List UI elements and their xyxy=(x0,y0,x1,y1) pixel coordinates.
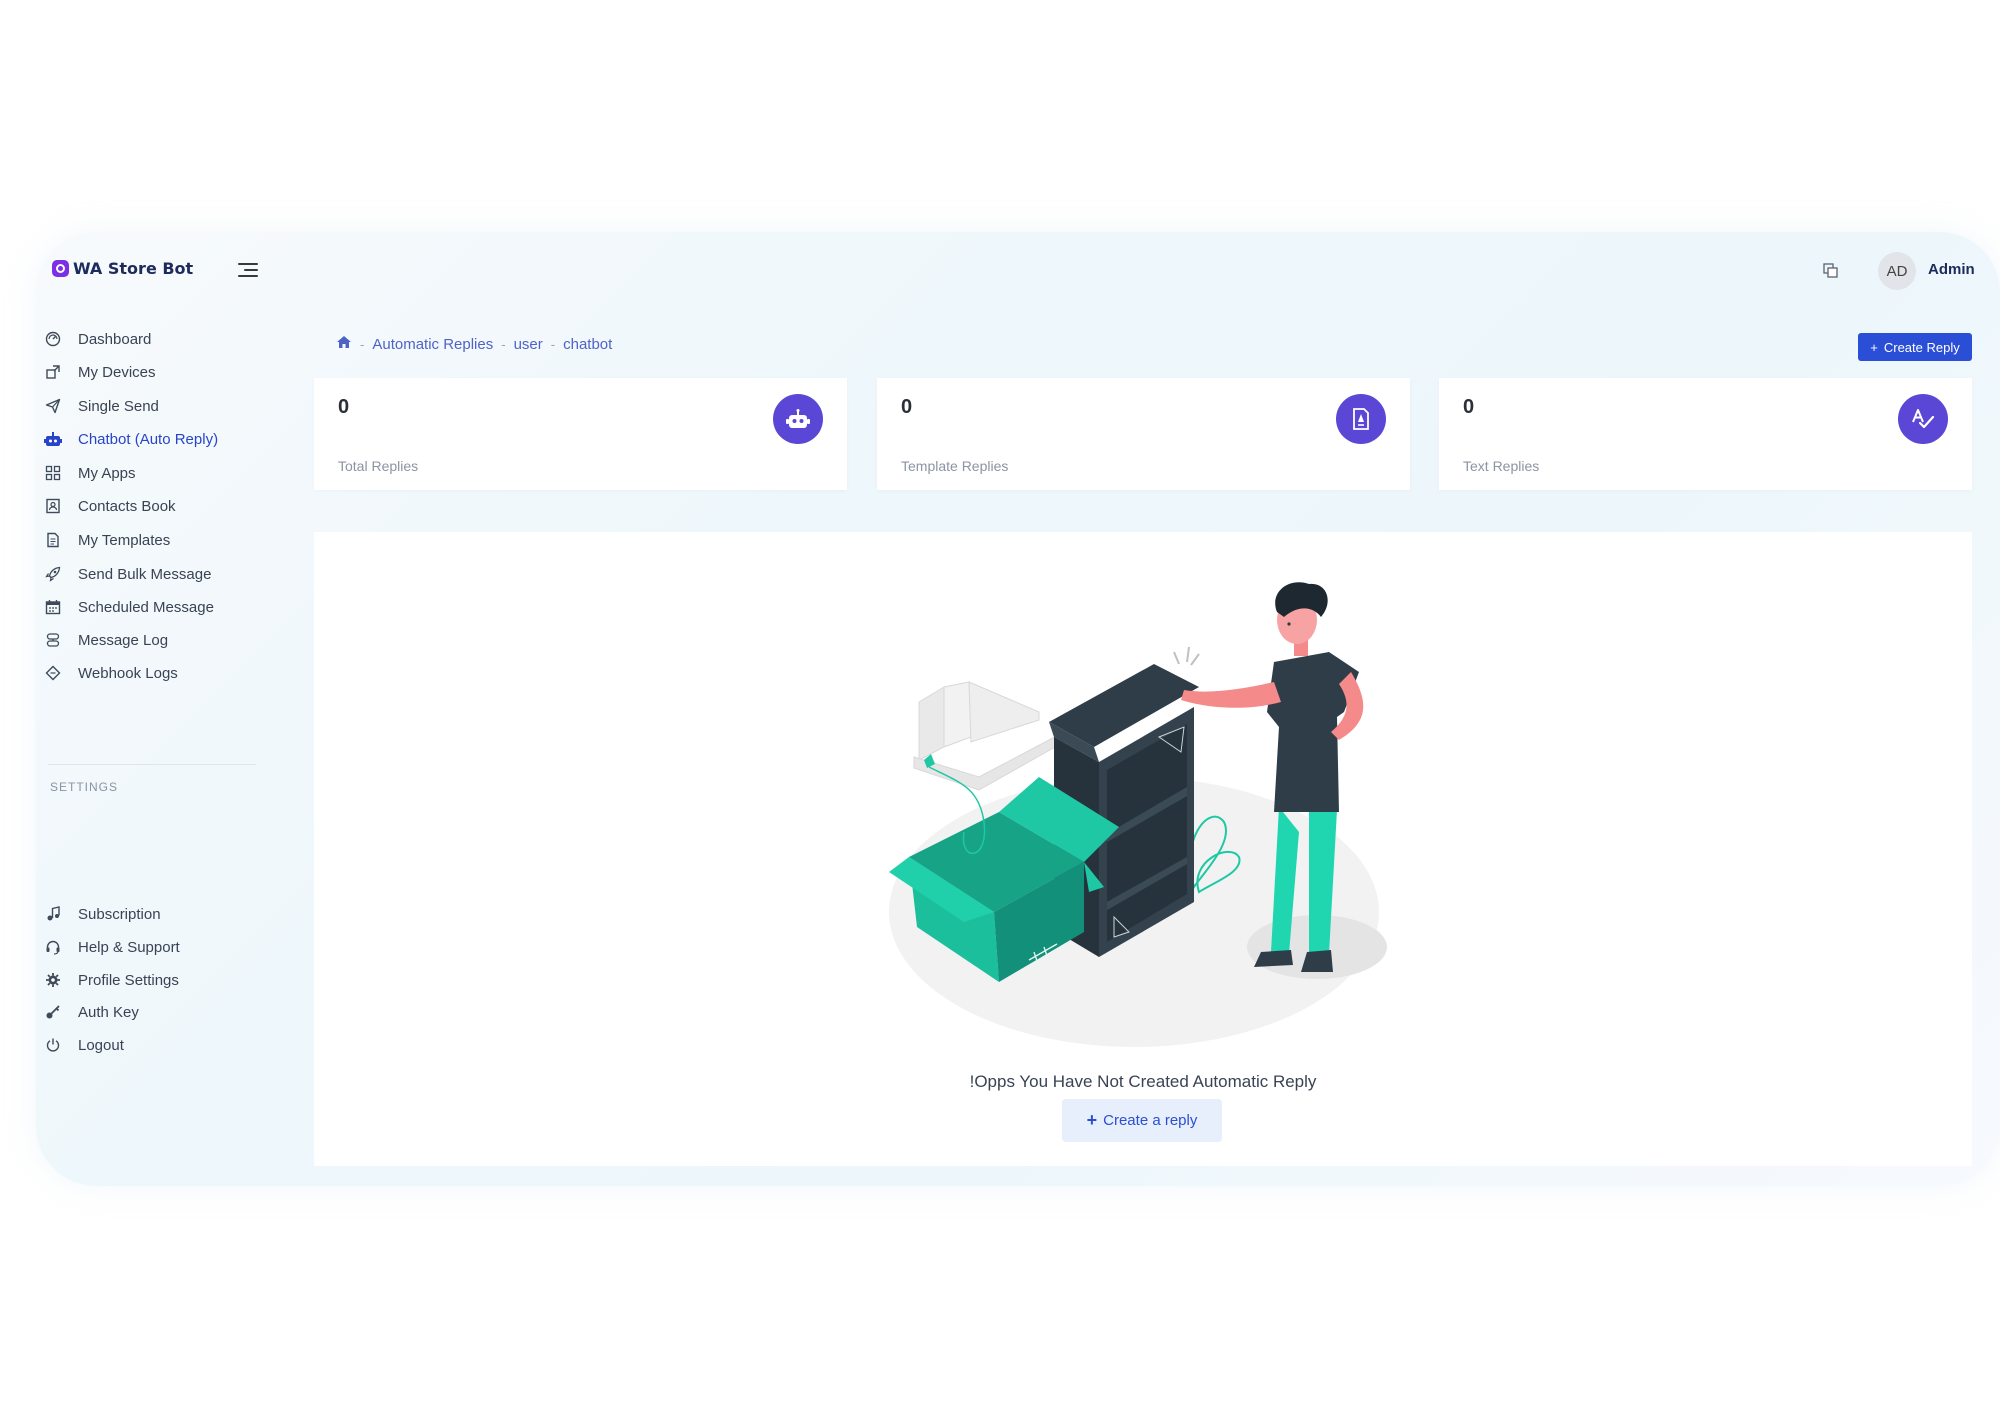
avatar[interactable]: AD xyxy=(1878,252,1916,290)
sidebar-item-label: Auth Key xyxy=(78,1003,139,1021)
home-icon[interactable] xyxy=(336,335,352,353)
stat-value: 0 xyxy=(1463,396,1475,418)
sidebar-item-label: Help & Support xyxy=(78,938,180,956)
plus-icon: + xyxy=(1870,339,1878,355)
main-panel: !Opps You Have Not Created Automatic Rep… xyxy=(314,532,1972,1166)
template-icon xyxy=(44,531,62,549)
log-icon xyxy=(44,631,62,649)
sidebar-item-scheduled-message[interactable]: Scheduled Message xyxy=(44,595,254,619)
sidebar-item-dashboard[interactable]: Dashboard xyxy=(44,327,254,351)
sidebar-item-label: Profile Settings xyxy=(78,971,179,989)
sidebar-item-send-bulk-message[interactable]: Send Bulk Message xyxy=(44,562,254,586)
breadcrumb-separator: - xyxy=(550,336,556,352)
robot-icon xyxy=(773,394,823,444)
sidebar-item-label: Message Log xyxy=(78,631,169,649)
sidebar-item-label: Single Send xyxy=(78,397,159,415)
sidebar-item-my-devices[interactable]: My Devices xyxy=(44,360,254,384)
create-a-reply-button[interactable]: + Create a reply xyxy=(1062,1099,1222,1142)
sidebar-item-subscription[interactable]: Subscription xyxy=(44,902,254,926)
breadcrumb-separator: - xyxy=(501,336,506,352)
contacts-icon xyxy=(44,497,62,515)
app-window: WA Store Bot Dashboard My Devices Single… xyxy=(36,232,2000,1186)
stat-value: 0 xyxy=(901,396,913,418)
breadcrumb-item-chatbot[interactable]: chatbot xyxy=(563,336,612,353)
rocket-icon xyxy=(44,565,62,583)
gear-icon xyxy=(44,971,62,989)
dashboard-icon xyxy=(44,330,62,348)
headset-icon xyxy=(44,938,62,956)
stat-card-template-replies: 0 Template Replies xyxy=(877,378,1410,490)
sidebar-divider xyxy=(48,764,256,765)
sidebar-item-auth-key[interactable]: Auth Key xyxy=(44,1000,254,1024)
sidebar-item-label: My Devices xyxy=(78,363,156,381)
sidebar-item-help-support[interactable]: Help & Support xyxy=(44,935,254,959)
robot-icon xyxy=(44,430,62,448)
sidebar-item-label: Webhook Logs xyxy=(78,664,178,682)
sidebar-item-contacts-book[interactable]: Contacts Book xyxy=(44,494,254,518)
brand-name: WA Store Bot xyxy=(73,259,194,278)
sidebar-item-label: My Templates xyxy=(78,531,171,549)
sidebar-item-label: Chatbot (Auto Reply) xyxy=(78,430,219,448)
sidebar-item-label: Logout xyxy=(78,1036,124,1054)
spellcheck-icon xyxy=(1898,394,1948,444)
copy-icon[interactable] xyxy=(1822,262,1840,280)
breadcrumb-item-user[interactable]: user xyxy=(514,336,543,353)
stat-label: Template Replies xyxy=(901,458,1009,474)
stat-card-total-replies: 0 Total Replies xyxy=(314,378,847,490)
breadcrumb: - Automatic Replies - user - chatbot xyxy=(336,335,612,353)
sidebar-item-single-send[interactable]: Single Send xyxy=(44,394,254,418)
breadcrumb-separator: - xyxy=(360,336,365,352)
sidebar-item-chatbot[interactable]: Chatbot (Auto Reply) xyxy=(44,427,254,451)
stat-label: Text Replies xyxy=(1463,458,1540,474)
apps-icon xyxy=(44,464,62,482)
empty-state-message: !Opps You Have Not Created Automatic Rep… xyxy=(969,1072,1317,1091)
settings-section-label: SETTINGS xyxy=(50,780,119,794)
create-a-reply-label: Create a reply xyxy=(1103,1112,1198,1129)
sidebar-item-profile-settings[interactable]: Profile Settings xyxy=(44,968,254,992)
create-reply-button[interactable]: + Create Reply xyxy=(1858,333,1972,361)
stat-label: Total Replies xyxy=(338,458,419,474)
sidebar-item-label: Scheduled Message xyxy=(78,598,214,616)
devices-icon xyxy=(44,363,62,381)
create-reply-label: Create Reply xyxy=(1883,339,1960,355)
sidebar-item-label: Subscription xyxy=(78,905,161,923)
sidebar-item-webhook-logs[interactable]: Webhook Logs xyxy=(44,661,254,685)
plus-icon: + xyxy=(1086,1110,1098,1130)
sidebar-item-my-apps[interactable]: My Apps xyxy=(44,461,254,485)
webhook-icon xyxy=(44,664,62,682)
brand[interactable]: WA Store Bot xyxy=(52,259,193,278)
key-icon xyxy=(44,1003,62,1021)
sidebar-item-label: My Apps xyxy=(78,464,136,482)
file-icon xyxy=(1336,394,1386,444)
stat-card-text-replies: 0 Text Replies xyxy=(1439,378,1972,490)
whatsapp-logo-icon xyxy=(52,260,69,277)
sidebar-item-label: Send Bulk Message xyxy=(78,565,212,583)
sidebar-item-message-log[interactable]: Message Log xyxy=(44,628,254,652)
sidebar-item-my-templates[interactable]: My Templates xyxy=(44,528,254,552)
sidebar-item-logout[interactable]: Logout xyxy=(44,1033,254,1057)
subscription-icon xyxy=(44,905,62,923)
sidebar-item-label: Dashboard xyxy=(78,330,152,348)
calendar-icon xyxy=(44,598,62,616)
user-name[interactable]: Admin xyxy=(1928,261,1975,278)
empty-state-illustration xyxy=(889,582,1387,1047)
sidebar-item-label: Contacts Book xyxy=(78,497,176,515)
send-icon xyxy=(44,397,62,415)
stat-value: 0 xyxy=(338,396,350,418)
menu-toggle-icon[interactable] xyxy=(238,263,258,279)
breadcrumb-item-automatic-replies[interactable]: Automatic Replies xyxy=(372,336,493,353)
power-icon xyxy=(44,1036,62,1054)
